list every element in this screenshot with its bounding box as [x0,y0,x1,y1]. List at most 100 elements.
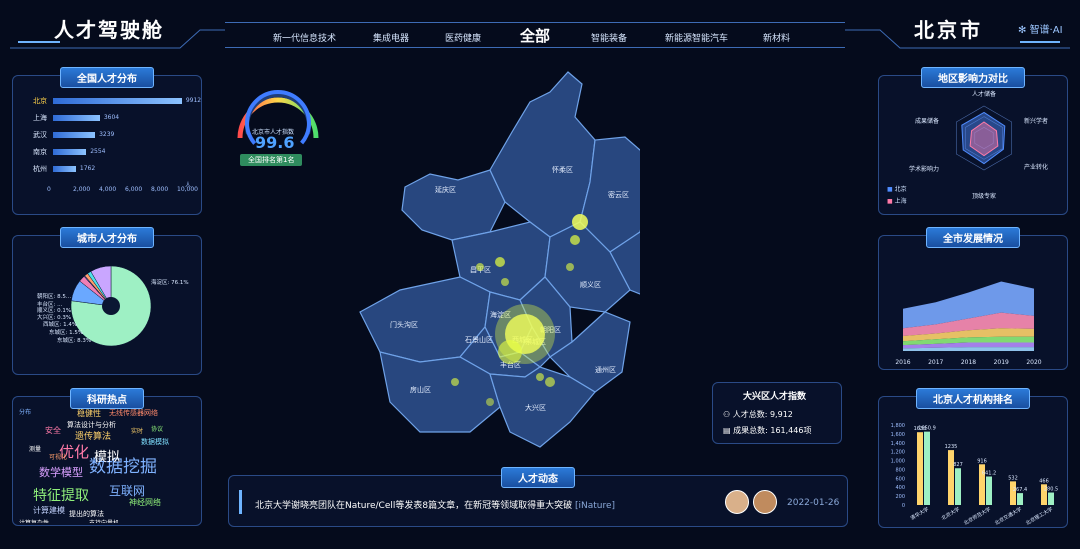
cloud-word: 支持向量机 [89,521,119,524]
cloud-word: 计算建模 [33,506,65,515]
pie-label: 丰台区: ... [37,300,63,308]
news-date: 2022-01-26 [787,498,840,508]
district-title: 大兴区人才指数 [743,392,807,402]
bar-label: 武汉 [33,131,47,139]
tick-label: 4,000 [99,186,117,193]
region-label: 石景山区 [465,335,493,344]
tab-ic[interactable]: 集成电器 [373,31,409,44]
pie-label: 朝阳区: 8.5... [37,292,71,300]
bar-label: 南京 [33,148,47,156]
development-area-chart: 2016 2017 2018 2019 2020 [895,281,1042,366]
cloud-word: 实时 [131,428,144,435]
tab-medicine[interactable]: 医药健康 [445,31,481,44]
news-headline[interactable]: 北京大学谢晓亮团队在Nature/Cell等发表8篇文章，在新冠等领域取得重大突… [255,498,615,511]
cloud-word: 数学模型 [39,466,83,479]
beijing-map: 延庆区怀柔区密云区平谷区昌平区顺义区门头沟区海淀区朝阳区东城区西城区丰台区石景山… [359,71,640,448]
tab-all[interactable]: 全部 [520,25,550,46]
talent-distribution-panel: 全国人才分布 北京 9912 上海 3604 武汉 3239 南京 2554 杭州 1762 0 2,… [12,67,203,216]
bar-value: 2554 [90,148,106,155]
bar [53,132,96,138]
talent-bar-chart: 北京 9912 上海 3604 武汉 3239 南京 2554 杭州 1762 0 2,000 4,00… [13,76,203,216]
rank-badge: 全国排名第1名 [240,154,303,166]
city-talent-panel: 城市人才分布 海淀区: 76.1% 朝阳区: 8.5... 丰台区: ... 顺义区:… [12,227,202,375]
y-tick-label: 600 [895,476,905,482]
x-tick-label: 2018 [961,359,976,366]
avatar[interactable] [753,490,777,514]
radar-axis-label: 新兴学者 [1024,117,1048,125]
tab-ev[interactable]: 新能源智能汽车 [665,31,728,44]
cloud-word: 提出的算法 [69,510,104,518]
y-tick-label: 200 [895,494,905,500]
map-region-huairou[interactable] [489,71,596,238]
cloud-word: 分布 [19,409,32,416]
document-icon: ▤ [723,426,734,435]
word-cloud: 优化 数据挖掘 特征提取 数学模型 模拟 互联网 遗传算法 稳健性 无线传感器网络 算法设计与分析… [19,407,197,524]
pie-label: 西城区: 1.4% [43,321,77,328]
inst-bar [1010,481,1016,505]
people-icon: ⚇ [723,410,733,419]
inst-bar [955,468,961,505]
inst-bar [948,450,954,505]
pie-hole [102,297,120,315]
tick-label: 2,000 [73,186,91,193]
pie-label: 大兴区: 0.3% [37,313,71,321]
radar-axis-label: 学术影响力 [909,165,939,173]
pie-label: 东城区: 1.5% [49,328,83,336]
axis-unit: 人 [185,182,192,189]
tab-it[interactable]: 新一代信息技术 [273,31,336,44]
legend-beijing: ■ 北京 [887,186,907,193]
cloud-word: 无线传感器网络 [109,409,158,417]
radar-chart: 人才储备新兴学者产业转化顶级专家 学术影响力 成果储备 [909,90,1048,200]
institutions-panel: 北京人才机构排名 0 200 400 600 800 1,000 1,200 1,400 1,6… [878,388,1068,528]
region-label: 通州区 [595,365,616,374]
bar-label: 杭州 [33,165,47,173]
city-pie-chart: 海淀区: 76.1% 朝阳区: 8.5...丰台区: ...顺义区: 0.1%大兴… [37,265,189,347]
cloud-word: 安全 [45,426,61,435]
cloud-word: 稳健性 [77,409,101,418]
gauge-value: 99.6 [255,133,295,152]
x-category-label: 北京大学 [940,506,961,522]
cloud-word: 测量 [29,446,42,453]
inst-bar [917,432,923,505]
tick-label: 6,000 [125,186,143,193]
cloud-word: 协议 [151,426,164,433]
tab-equipment[interactable]: 智能装备 [591,31,627,44]
bar-value: 3239 [99,131,115,138]
bar-value: 1762 [79,165,96,172]
category-nav: 新一代信息技术 集成电器 医药健康 全部 智能装备 新能源智能汽车 新材料 [225,22,845,48]
inst-bar [986,476,992,505]
bar-value-label: 466 [1039,478,1049,484]
x-tick-label: 2017 [928,359,943,366]
bar [53,166,76,172]
bar [53,115,100,121]
x-category-label: 北京交通大学 [994,506,1023,527]
region-label: 大兴区 [525,403,546,412]
radar-axis-label: 人才储备 [972,90,996,98]
region-label: 延庆区 [435,185,456,194]
pie-label: 海淀区: 76.1% [151,278,189,286]
cloud-word: 特征提取 [33,488,89,504]
avatar[interactable] [725,490,749,514]
inst-bar [924,431,930,505]
bar-label: 上海 [33,114,47,122]
institution-bar-chart: 0 200 400 600 800 1,000 1,200 1,400 1,600 1,800 16… [891,423,1058,527]
y-tick-label: 800 [895,467,905,473]
bar [53,149,87,155]
pie-label: 东城区: 8.3% [57,336,91,344]
district-index-card: 大兴区人才指数 ⚇ 人才总数: 9,912 ▤ 成果总数: 161,446项 [712,382,842,444]
panel-title: 科研热点 [70,388,144,409]
region-label: 怀柔区 [552,165,573,174]
bar-value-label: 267.4 [1013,487,1027,493]
map-region-yanqing[interactable] [401,169,506,241]
radar-axis-label: 顶级专家 [972,192,996,200]
legend-shanghai: ■ 上海 [887,198,907,205]
bar-value-label: 1650.9 [918,426,936,432]
bar-value-label: 641.2 [982,471,996,477]
region-label: 顺义区 [580,281,601,289]
bar [53,98,182,104]
y-tick-label: 400 [895,485,905,491]
bar-value: 9912 [185,97,202,104]
x-tick-label: 2016 [895,359,910,366]
y-tick-label: 1,600 [891,432,905,438]
tab-materials[interactable]: 新材料 [763,31,790,44]
